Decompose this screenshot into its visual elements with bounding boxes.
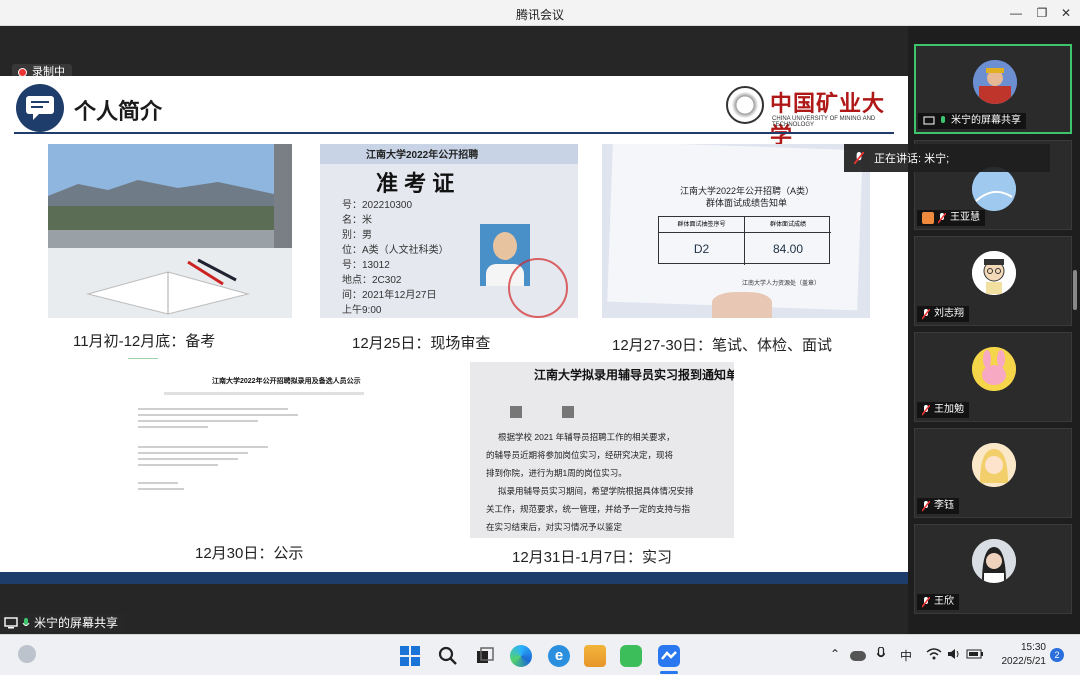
photo-interview-notice: 江南大学2022年公开招聘（A类） 群体面试成绩告知单 群体面试抽签序号 群体面…: [602, 144, 870, 318]
university-logo: 中国矿业大学 CHINA UNIVERSITY OF MINING AND TE…: [726, 84, 896, 149]
photo-caption: 12月31日-1月7日：实习: [512, 549, 673, 566]
wifi-icon[interactable]: [926, 647, 942, 664]
photo-internship-notice: 江南大学拟录用辅导员实习报到通知单 根据学校 2021 年辅导员招聘工作的相关要…: [470, 362, 734, 538]
clock-time: 15:30: [1020, 642, 1046, 653]
slide-footer-bar: [0, 572, 908, 584]
screen-share-label: 米宁的屏幕共享: [0, 614, 125, 632]
speaking-indicator: 正在讲话: 米宁;: [844, 144, 1050, 172]
microphone-muted-icon: [922, 404, 930, 415]
participant-name-label: 刘志翔: [917, 306, 969, 322]
participant-name-label: 王欣: [917, 594, 959, 610]
notice-footer: 江南大学人力资源处（盖章）: [742, 281, 821, 287]
edge-browser-icon[interactable]: [510, 645, 532, 667]
avatar: [972, 539, 1016, 583]
avatar: [972, 443, 1016, 487]
internship-notice-title: 江南大学拟录用辅导员实习报到通知单: [534, 368, 734, 382]
search-icon[interactable]: [437, 645, 459, 667]
active-app-indicator: [660, 671, 678, 674]
hand-holding: [712, 292, 772, 318]
participant-tile[interactable]: 王加勉: [914, 332, 1072, 422]
photo-caption: 12月25日：现场审查: [352, 335, 491, 352]
chat-bubble-icon: [16, 84, 64, 132]
wechat-icon[interactable]: [620, 645, 642, 667]
logo-english-name: CHINA UNIVERSITY OF MINING AND TECHNOLOG…: [772, 116, 876, 128]
redacted-block: [510, 406, 522, 418]
university-seal-icon: [726, 86, 764, 124]
red-stamp-icon: [508, 258, 568, 318]
microphone-muted-icon: [938, 212, 946, 223]
photo-caption: 11月初-12月底：备考: [73, 333, 216, 350]
microphone-icon: [854, 151, 864, 164]
slide-header: 个人简介 中国矿业大学 CHINA UNIVERSITY OF MINING A…: [0, 76, 908, 149]
ticket-header: 江南大学2022年公开招聘: [366, 150, 479, 161]
participant-tile[interactable]: 李钰: [914, 428, 1072, 518]
microphone-icon: [22, 617, 30, 626]
avatar: [972, 167, 1016, 211]
participant-tile[interactable]: 王欣: [914, 524, 1072, 614]
task-view-icon[interactable]: [474, 645, 496, 667]
participant-name-label: 李钰: [917, 498, 959, 514]
photo-public-notice: 江南大学2022年公开招聘拟录用及备选人员公示: [124, 370, 408, 538]
window-title: 腾讯会议: [515, 8, 564, 22]
photo-caption: 12月30日：公示: [195, 545, 304, 562]
chevron-up-icon[interactable]: ⌃: [830, 647, 840, 661]
public-notice-title: 江南大学2022年公开招聘拟录用及备选人员公示: [212, 378, 361, 385]
photo-study: [48, 144, 292, 318]
microphone-muted-icon: [922, 500, 930, 511]
cloud-icon[interactable]: [850, 651, 866, 661]
minimize-button[interactable]: —: [1006, 4, 1026, 22]
notification-badge[interactable]: 2: [1050, 648, 1064, 662]
microphone-muted-icon: [922, 596, 930, 607]
ticket-heading: 准 考 证: [376, 171, 455, 196]
user-icon: [922, 212, 934, 224]
screen-share-icon: [4, 617, 18, 629]
start-icon[interactable]: [399, 645, 421, 667]
ticket-lines: 号：202210300 名：米 别：男 位：A类（人文社科类） 号：13012 …: [342, 200, 449, 316]
participants-scrollbar[interactable]: [1073, 270, 1077, 310]
slide-title: 个人简介: [74, 99, 163, 124]
input-method-indicator[interactable]: 中: [900, 647, 912, 664]
decor-line: [128, 358, 158, 359]
window-titlebar: 腾讯会议 — ❐ ✕: [0, 0, 1080, 26]
restore-button[interactable]: ❐: [1032, 4, 1052, 22]
microphone-icon: [941, 115, 945, 123]
windows-taskbar: e ⌃ 中 15:30 2022/5/21 2: [0, 634, 1080, 675]
close-button[interactable]: ✕: [1056, 4, 1076, 22]
notice-subtitle: 群体面试成绩告知单: [706, 198, 788, 208]
internship-notice-body: 根据学校 2021 年辅导员招聘工作的相关要求， 的辅导员近期将参加岗位实习，经…: [486, 432, 694, 532]
avatar: [973, 60, 1017, 104]
avatar: [972, 251, 1016, 295]
file-explorer-icon[interactable]: [584, 645, 606, 667]
photo-caption: 12月27-30日：笔试、体检、面试: [612, 337, 833, 354]
clock-date: 2022/5/21: [1001, 656, 1047, 667]
redacted-block: [562, 406, 574, 418]
participant-tile[interactable]: 米宁的屏幕共享: [914, 44, 1072, 134]
photo-admission-ticket: 江南大学2022年公开招聘 准 考 证 号：202210300 名：米 别：男 …: [320, 144, 578, 318]
participant-name-label: 米宁的屏幕共享: [918, 113, 1026, 129]
volume-icon[interactable]: [946, 647, 962, 664]
participant-name-label: 王亚慧: [917, 210, 985, 226]
participants-panel: 米宁的屏幕共享 王亚慧 刘志翔 王加勉 李钰 王欣: [908, 26, 1080, 634]
avatar: [972, 347, 1016, 391]
share-label-text: 米宁的屏幕共享: [34, 616, 119, 630]
tencent-meeting-icon[interactable]: [658, 645, 680, 667]
speaking-text: 正在讲话: 米宁;: [874, 153, 950, 165]
notice-table: 群体面试抽签序号 群体面试成绩 D2 84.00: [658, 216, 831, 265]
participant-name-label: 王加勉: [917, 402, 969, 418]
battery-icon[interactable]: [966, 647, 984, 664]
header-divider: [14, 132, 894, 134]
weather-icon[interactable]: [18, 645, 36, 663]
microphone-tray-icon[interactable]: [876, 646, 886, 664]
microphone-muted-icon: [922, 308, 930, 319]
participant-tile[interactable]: 刘志翔: [914, 236, 1072, 326]
system-clock[interactable]: 15:30 2022/5/21: [996, 641, 1047, 669]
screen-share-icon: [923, 116, 935, 125]
presentation-slide: 个人简介 中国矿业大学 CHINA UNIVERSITY OF MINING A…: [0, 76, 908, 584]
ie-browser-icon[interactable]: e: [548, 645, 570, 667]
